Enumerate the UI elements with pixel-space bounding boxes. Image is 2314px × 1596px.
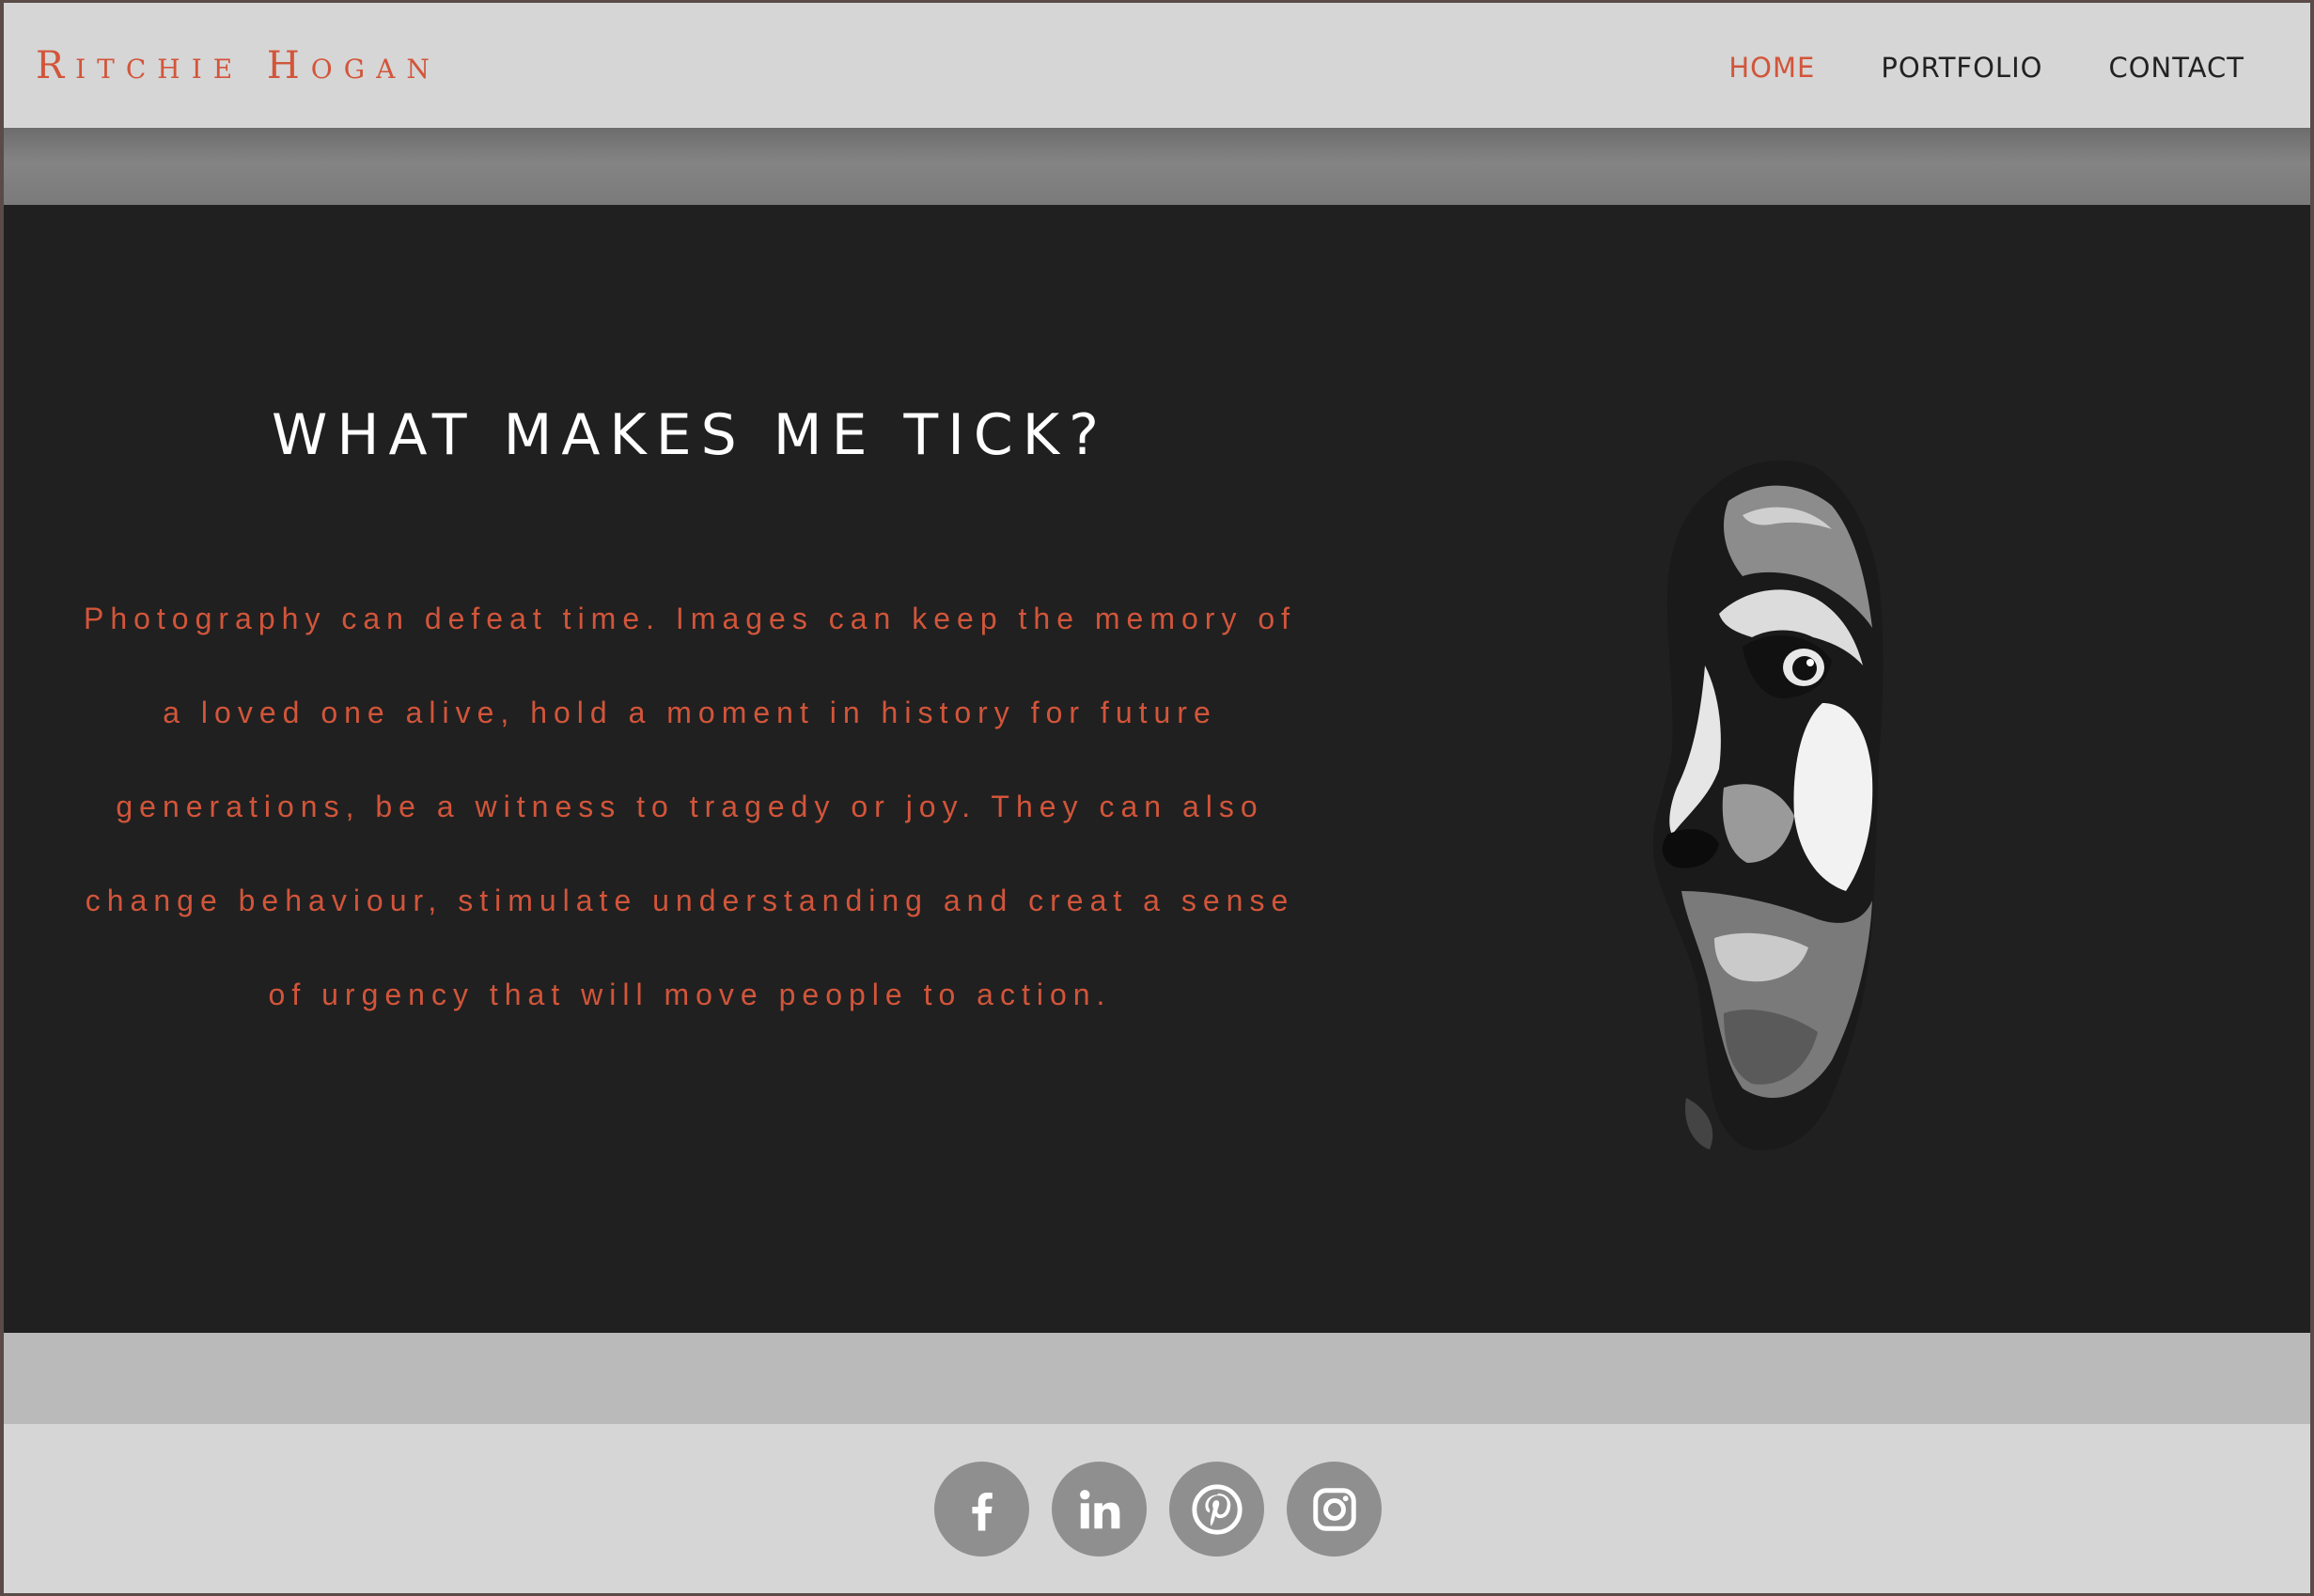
section-heading: WHAT MAKES ME TICK? [272, 402, 1108, 468]
linkedin-icon [1079, 1489, 1119, 1528]
facebook-button[interactable] [934, 1462, 1029, 1557]
social-links [934, 1462, 1382, 1557]
about-section: WHAT MAKES ME TICK? Photography can defe… [4, 205, 2310, 1333]
pinterest-button[interactable] [1169, 1462, 1264, 1557]
pinterest-icon [1191, 1483, 1243, 1535]
nav-portfolio[interactable]: PORTFOLIO [1881, 52, 2042, 84]
site-header: Ritchie Hogan HOME PORTFOLIO CONTACT [4, 3, 2310, 128]
portrait-image [1652, 460, 1884, 1150]
main-nav: HOME PORTFOLIO CONTACT [1728, 52, 2244, 84]
about-paragraph: Photography can defeat time. Images can … [83, 602, 1297, 1011]
facebook-icon [971, 1492, 993, 1530]
nav-contact[interactable]: CONTACT [2108, 52, 2244, 84]
instagram-button[interactable] [1287, 1462, 1382, 1557]
instagram-icon [1312, 1487, 1356, 1531]
page: Ritchie Hogan HOME PORTFOLIO CONTACT WHA… [4, 3, 2310, 1593]
header-banner-strip [4, 128, 2310, 205]
footer-banner-strip [4, 1333, 2310, 1424]
linkedin-button[interactable] [1052, 1462, 1147, 1557]
nav-home[interactable]: HOME [1728, 52, 1815, 84]
site-logo[interactable]: Ritchie Hogan [36, 44, 441, 87]
site-footer [4, 1424, 2310, 1593]
